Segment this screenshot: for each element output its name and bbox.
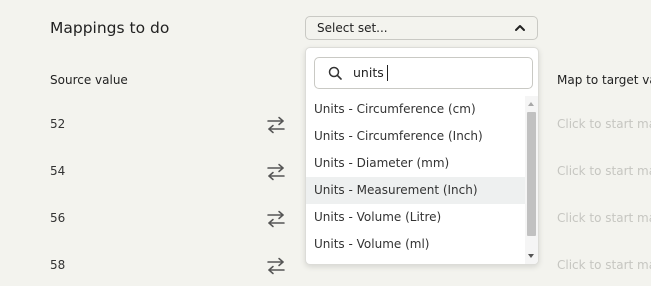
- set-select[interactable]: Select set...: [305, 16, 538, 40]
- option-item[interactable]: Units - Volume (Litre): [306, 204, 525, 231]
- text-caret: [387, 65, 388, 81]
- target-column-header: Map to target valu: [557, 73, 651, 87]
- target-placeholder[interactable]: Click to start mapp: [557, 211, 651, 225]
- source-value: 52: [50, 117, 66, 131]
- source-value: 54: [50, 164, 66, 178]
- swap-arrows-icon[interactable]: [266, 210, 286, 228]
- swap-arrows-icon[interactable]: [266, 257, 286, 275]
- set-search-input[interactable]: units: [314, 57, 533, 89]
- source-value: 58: [50, 258, 66, 272]
- page-title: Mappings to do: [50, 19, 170, 37]
- scrollbar-thumb[interactable]: [527, 112, 536, 236]
- option-item[interactable]: Units - Diameter (mm): [306, 150, 525, 177]
- scrollbar[interactable]: [525, 96, 538, 264]
- set-select-label: Select set...: [317, 21, 388, 35]
- set-dropdown-menu: units Units - Circumference (cm) Units -…: [305, 47, 539, 265]
- source-value: 56: [50, 211, 66, 225]
- option-item-hovered[interactable]: Units - Measurement (Inch): [306, 177, 525, 204]
- option-list: Units - Circumference (cm) Units - Circu…: [306, 96, 525, 258]
- search-input-value: units: [353, 65, 384, 80]
- scroll-up-arrow-icon[interactable]: [528, 102, 534, 106]
- target-placeholder[interactable]: Click to start mapp: [557, 117, 651, 131]
- option-item[interactable]: Units - Circumference (Inch): [306, 123, 525, 150]
- chevron-up-icon: [515, 25, 525, 31]
- target-placeholder[interactable]: Click to start mapp: [557, 164, 651, 178]
- swap-arrows-icon[interactable]: [266, 116, 286, 134]
- source-column-header: Source value: [50, 73, 128, 87]
- target-placeholder[interactable]: Click to start mapp: [557, 258, 651, 272]
- option-item[interactable]: Units - Circumference (cm): [306, 96, 525, 123]
- scroll-down-arrow-icon[interactable]: [528, 254, 534, 258]
- search-icon: [328, 66, 342, 80]
- option-item[interactable]: Units - Volume (ml): [306, 231, 525, 258]
- swap-arrows-icon[interactable]: [266, 163, 286, 181]
